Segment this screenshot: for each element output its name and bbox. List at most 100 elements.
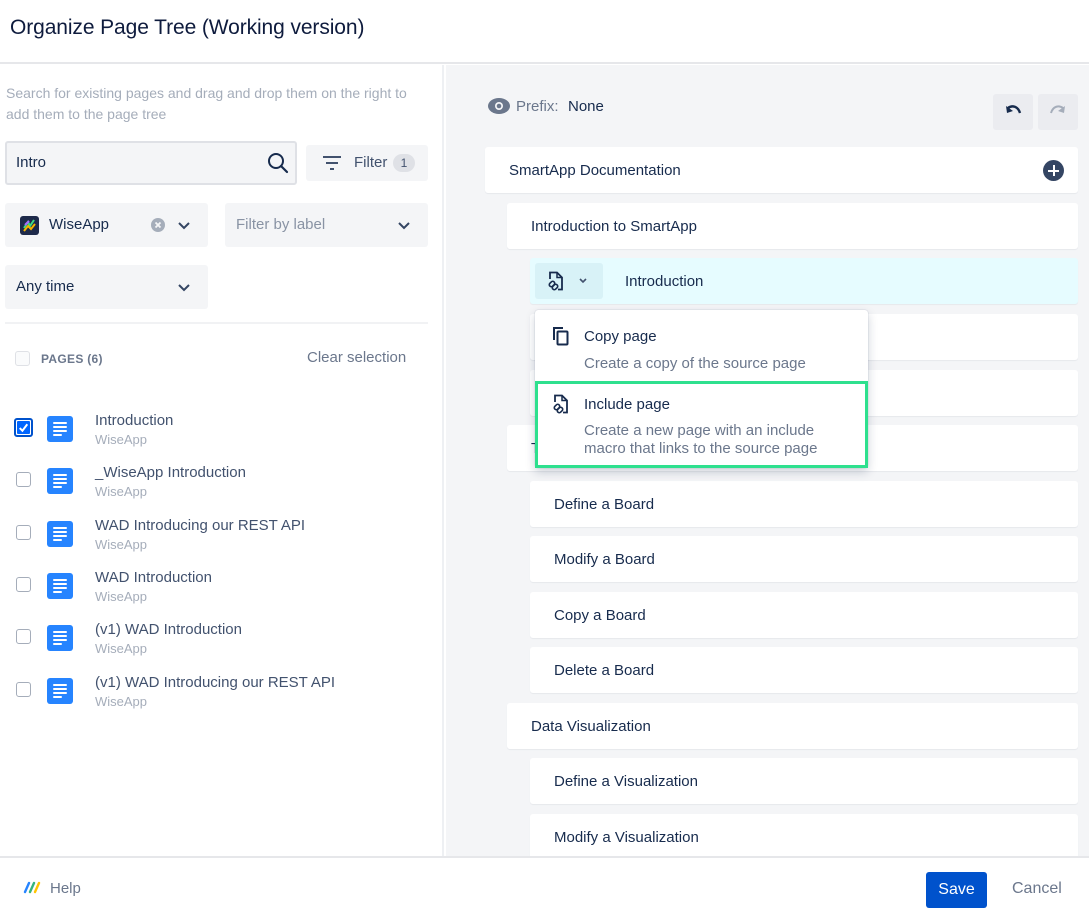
tree-node[interactable]: Modify a Visualization — [530, 814, 1078, 856]
space-select[interactable]: WiseApp — [5, 203, 208, 247]
tree-node-label: Delete a Board — [554, 662, 655, 679]
page-space: WiseApp — [95, 588, 148, 604]
filter-count-badge: 1 — [393, 154, 415, 172]
help-logo-icon — [23, 881, 41, 894]
page-checkbox[interactable] — [16, 629, 31, 645]
save-button[interactable]: Save — [926, 872, 987, 908]
page-checkbox[interactable] — [16, 681, 31, 697]
page-result-item[interactable]: (v1) WAD Introducing our REST API WiseApp — [0, 674, 440, 726]
chevron-down-icon — [398, 222, 410, 230]
redo-icon — [1050, 105, 1065, 114]
include-page-icon — [553, 394, 568, 414]
page-checkbox[interactable] — [16, 472, 31, 488]
tree-node-selected[interactable]: Introduction — [530, 258, 1078, 304]
label-filter-select[interactable]: Filter by label — [225, 203, 428, 247]
filter-button[interactable]: Filter 1 — [306, 145, 428, 181]
page-mode-menu: Copy page Create a copy of the source pa… — [535, 310, 868, 468]
page-space: WiseApp — [95, 536, 148, 552]
chevron-down-icon[interactable] — [177, 218, 191, 232]
copy-page-description: Create a copy of the source page — [584, 355, 806, 372]
tree-node-label: Introduction — [625, 273, 704, 290]
tree-node-label: Modify a Visualization — [554, 829, 699, 846]
tree-node[interactable]: Data Visualization — [507, 703, 1078, 749]
tree-node[interactable]: Copy a Board — [530, 592, 1078, 638]
tree-node[interactable]: Modify a Board — [530, 536, 1078, 582]
tree-node-label: Copy a Board — [554, 607, 646, 624]
page-checkbox[interactable] — [16, 576, 31, 592]
label-filter-placeholder: Filter by label — [236, 216, 326, 233]
eye-icon[interactable] — [488, 98, 510, 114]
tree-node-label: Data Visualization — [531, 718, 651, 735]
clear-space-icon[interactable] — [151, 218, 165, 232]
copy-page-title: Copy page — [584, 328, 657, 345]
page-title: Introduction — [95, 412, 174, 429]
chevron-down-icon — [579, 278, 587, 284]
page-result-item[interactable]: (v1) WAD Introduction WiseApp — [0, 621, 440, 673]
search-panel: Search for existing pages and drag and d… — [0, 65, 444, 856]
add-page-icon[interactable] — [1043, 160, 1064, 181]
page-space: WiseApp — [95, 432, 148, 447]
page-title: (v1) WAD Introducing our REST API — [95, 673, 336, 691]
dialog-title: Organize Page Tree (Working version) — [10, 16, 365, 39]
page-checkbox[interactable] — [14, 418, 33, 437]
document-icon — [47, 468, 73, 495]
undo-button[interactable] — [993, 94, 1033, 130]
page-result-item[interactable]: WAD Introduction WiseApp — [0, 569, 440, 621]
dialog-header: Organize Page Tree (Working version) — [0, 0, 1089, 64]
search-input[interactable]: Intro — [5, 141, 297, 185]
undo-icon — [1006, 105, 1022, 114]
tree-node[interactable]: Delete a Board — [530, 647, 1078, 693]
page-title: _WiseApp Introduction — [95, 464, 246, 482]
prefix-label: Prefix: — [516, 98, 559, 115]
tree-node-label: Define a Board — [554, 496, 655, 513]
include-page-icon — [548, 271, 563, 291]
copy-icon — [553, 327, 569, 346]
document-icon — [47, 416, 73, 442]
page-space: WiseApp — [95, 641, 148, 657]
page-title: WAD Introducing our REST API — [95, 516, 306, 534]
tree-node[interactable]: Introduction to SmartApp — [507, 203, 1078, 249]
redo-button[interactable] — [1038, 94, 1078, 130]
search-icon[interactable] — [267, 152, 289, 174]
include-page-description-line1: Create a new page with an include — [584, 422, 815, 439]
prefix-value[interactable]: None — [568, 98, 604, 115]
page-result-item[interactable]: WAD Introducing our REST API WiseApp — [0, 517, 440, 569]
page-title: (v1) WAD Introduction — [95, 621, 242, 639]
tree-node[interactable]: Define a Visualization — [530, 758, 1078, 804]
tree-node[interactable]: Define a Board — [530, 481, 1078, 527]
pages-count-label: PAGES (6) — [41, 352, 103, 366]
tree-node-label: Introduction to SmartApp — [531, 218, 697, 235]
document-icon — [47, 520, 73, 547]
menu-item-include-page[interactable]: Include page Create a new page with an i… — [535, 381, 868, 468]
select-all-checkbox[interactable] — [15, 351, 30, 366]
space-select-value: WiseApp — [49, 216, 110, 233]
page-result-item[interactable]: _WiseApp Introduction WiseApp — [0, 464, 440, 516]
search-value: Intro — [16, 154, 47, 171]
page-title: WAD Introduction — [95, 568, 212, 586]
divider — [5, 322, 428, 324]
wiseapp-logo-icon — [20, 216, 39, 235]
filter-label: Filter — [354, 154, 388, 171]
clear-selection-link[interactable]: Clear selection — [307, 349, 406, 366]
document-icon — [47, 572, 73, 599]
search-hint: Search for existing pages and drag and d… — [6, 85, 407, 122]
tree-node-label: Modify a Board — [554, 551, 655, 568]
tree-node[interactable]: SmartApp Documentation — [485, 147, 1078, 193]
document-icon — [47, 625, 73, 652]
tree-node-label: Define a Visualization — [554, 773, 698, 790]
page-checkbox[interactable] — [16, 524, 31, 540]
time-select[interactable]: Any time — [5, 265, 208, 309]
help-link[interactable]: Help — [50, 880, 81, 897]
time-select-value: Any time — [16, 278, 75, 295]
page-space: WiseApp — [95, 693, 148, 709]
tree-node-label: SmartApp Documentation — [509, 162, 681, 179]
include-page-description-line2: macro that links to the source page — [584, 440, 818, 457]
menu-item-copy-page[interactable]: Copy page Create a copy of the source pa… — [535, 310, 868, 380]
page-mode-dropdown[interactable] — [535, 263, 603, 299]
page-space: WiseApp — [95, 484, 148, 500]
page-result-item[interactable]: Introduction WiseApp — [0, 412, 440, 464]
cancel-button[interactable]: Cancel — [1012, 880, 1062, 898]
include-page-title: Include page — [584, 396, 670, 413]
dialog-footer: Help Save Cancel — [0, 856, 1089, 913]
document-icon — [47, 677, 73, 704]
